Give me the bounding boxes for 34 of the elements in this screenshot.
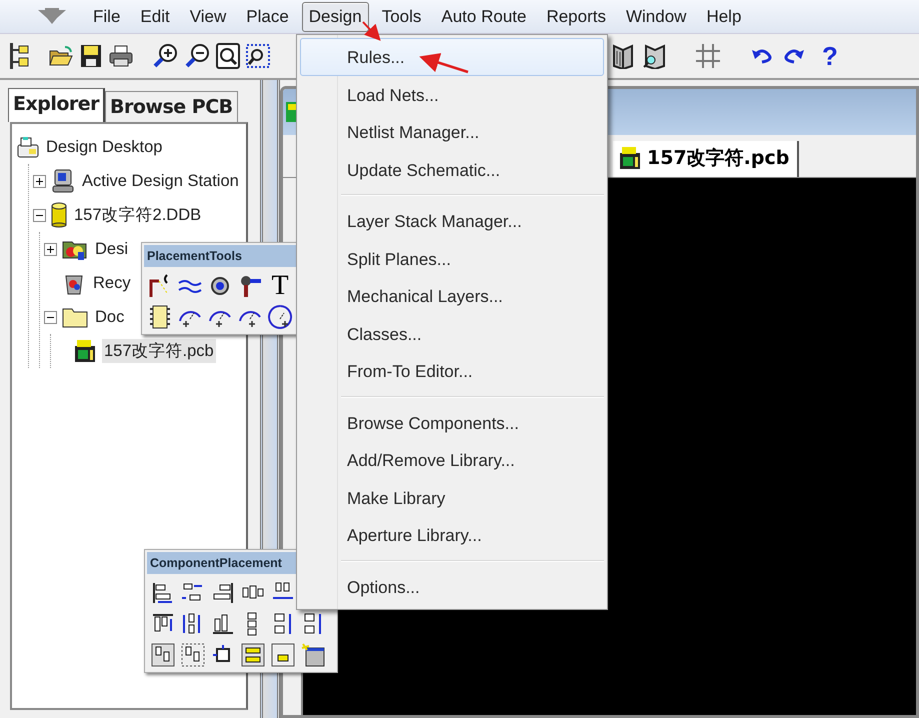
tree-item[interactable]: Desi xyxy=(93,238,130,260)
menu-item[interactable]: Update Schematic... xyxy=(300,150,604,188)
menu-item[interactable]: Place xyxy=(239,2,296,32)
menu-item[interactable]: Add/Remove Library... xyxy=(300,441,604,478)
tree-item[interactable]: 157改字符.pcb xyxy=(102,339,216,363)
menu-item[interactable]: Netlist Manager... xyxy=(300,113,604,150)
menu-item[interactable]: From-To Editor... xyxy=(300,352,604,390)
menu-item[interactable]: Help xyxy=(699,2,748,32)
explorer-tab[interactable]: Browse PCB xyxy=(105,91,238,122)
tree-item[interactable]: Recy xyxy=(91,272,133,294)
menu-item[interactable]: Edit xyxy=(133,2,177,32)
menu-item[interactable]: Auto Route xyxy=(434,2,534,32)
tree-item[interactable]: Design Desktop xyxy=(44,136,164,158)
menu-item[interactable]: Mechanical Layers... xyxy=(300,277,604,314)
help-button[interactable]: ? xyxy=(822,40,838,72)
menu-item[interactable]: View xyxy=(182,2,234,32)
menu-item[interactable]: Load Nets... xyxy=(300,76,604,113)
menu-item[interactable]: Classes... xyxy=(300,314,604,352)
menu-item[interactable]: Browse Components... xyxy=(300,404,604,441)
menu-item[interactable]: Rules... xyxy=(300,38,604,76)
explorer-tab[interactable]: Explorer xyxy=(8,88,106,122)
menu-item[interactable]: Layer Stack Manager... xyxy=(300,202,604,240)
tree-item[interactable]: Doc xyxy=(93,306,126,328)
menu-item[interactable]: Reports xyxy=(539,2,613,32)
menu-item[interactable]: Aperture Library... xyxy=(300,516,604,554)
menu-item[interactable]: Window xyxy=(618,2,694,32)
tree-item[interactable]: Active Design Station xyxy=(80,170,241,192)
menu-item[interactable]: File xyxy=(86,2,128,32)
menu-item[interactable]: Design xyxy=(302,2,369,32)
text-tool-button[interactable]: T xyxy=(271,273,289,299)
document-tab[interactable]: 157改字符.pcb xyxy=(613,141,800,177)
tree-item[interactable]: 157改字符2.DDB xyxy=(72,203,204,227)
menu-item[interactable]: Make Library xyxy=(300,478,604,516)
menu-item[interactable]: Tools xyxy=(374,2,428,32)
